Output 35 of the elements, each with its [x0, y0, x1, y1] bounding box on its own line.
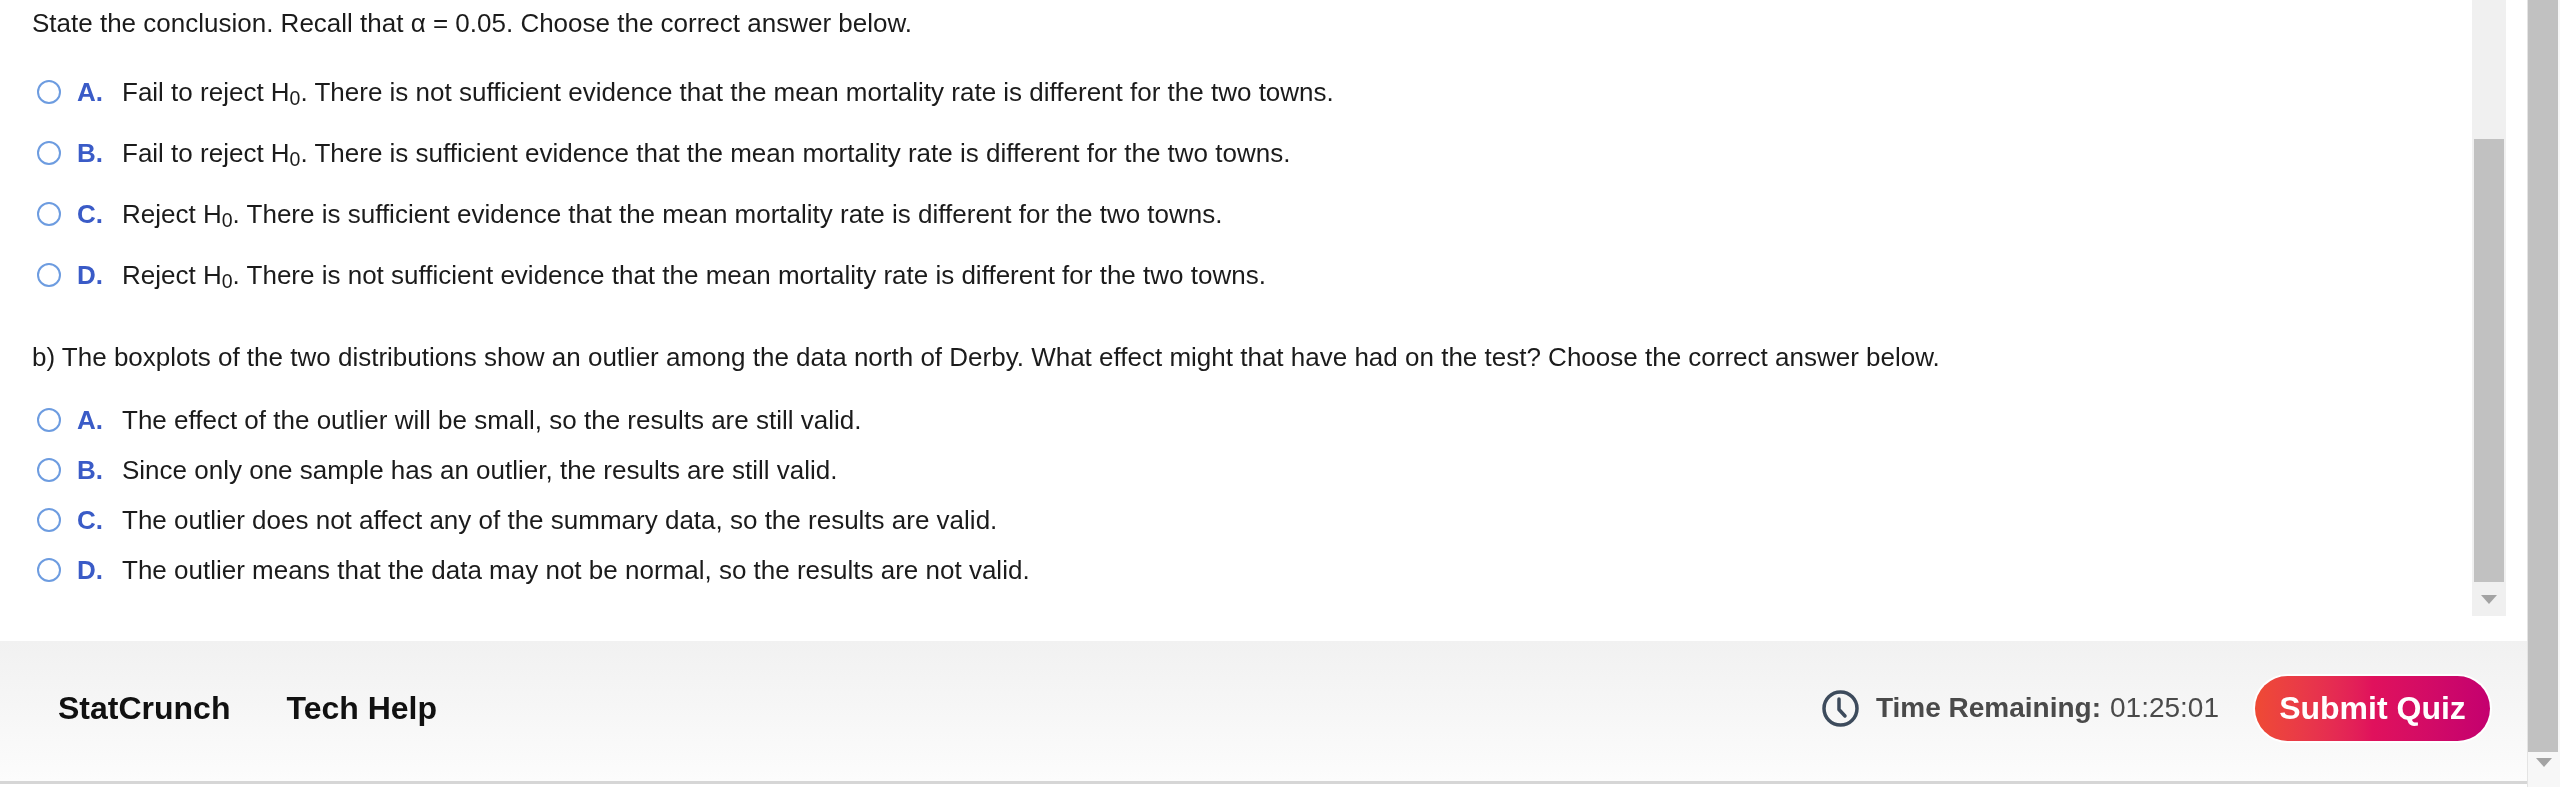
radio-button[interactable] — [37, 262, 61, 287]
submit-quiz-button[interactable]: Submit Quiz — [2255, 675, 2490, 741]
option-letter: B. — [77, 137, 104, 168]
radio-button[interactable] — [37, 79, 61, 104]
radio-button[interactable] — [37, 558, 61, 582]
option-text: The outlier means that the data may not be normal, so the results are not valid. — [122, 555, 1030, 585]
radio-button[interactable] — [37, 408, 61, 432]
option-letter: A. — [77, 405, 104, 435]
option-letter: B. — [77, 455, 104, 485]
question-prompt: State the conclusion. Recall that α = 0.05. Choose the correct answer below. — [32, 8, 913, 38]
option-letter: D. — [77, 259, 104, 290]
scroll-down-arrow-icon[interactable] — [2536, 758, 2552, 767]
scroll-down-arrow-icon[interactable] — [2481, 594, 2497, 604]
option-letter: D. — [77, 555, 104, 585]
option-text: The outlier does not affect any of the summary data, so the results are valid. — [122, 505, 998, 535]
option-text: The effect of the outlier will be small, so the results are still valid. — [122, 405, 862, 435]
option-letter: A. — [77, 76, 104, 107]
option-text: Since only one sample has an outlier, the results are still valid. — [122, 455, 838, 485]
radio-button[interactable] — [37, 458, 61, 482]
scrollbar-thumb[interactable] — [2474, 139, 2504, 582]
radio-button[interactable] — [37, 140, 61, 165]
option-text: Fail to reject H$_{0}$. There is not sufficient evidence that the mean mortality rate is different for the two towns. — [122, 76, 1334, 107]
option-text: Reject H$_{0}$. There is not sufficient evidence that the mean mortality rate is different for the two towns. — [122, 259, 1266, 290]
time-remaining-value: 01:25:01 — [2110, 691, 2219, 725]
question-prompt: b) The boxplots of the two distributions show an outlier among the data north of Derby. What effect might that have had on the test? Choose the correct answer below. — [32, 342, 1940, 372]
time-remaining-label: Time Remaining: — [1875, 691, 2101, 725]
clock-icon — [1821, 689, 1859, 727]
footer-link[interactable]: StatCrunch — [58, 684, 231, 732]
radio-button[interactable] — [37, 508, 61, 532]
option-letter: C. — [77, 198, 104, 229]
footer-link[interactable]: Tech Help — [286, 684, 437, 732]
option-text: Fail to reject H$_{0}$. There is sufficient evidence that the mean mortality rate is different for the two towns. — [122, 137, 1291, 168]
radio-button[interactable] — [37, 201, 61, 226]
option-letter: C. — [77, 505, 104, 535]
option-text: Reject H$_{0}$. There is sufficient evidence that the mean mortality rate is different for the two towns. — [122, 198, 1223, 229]
